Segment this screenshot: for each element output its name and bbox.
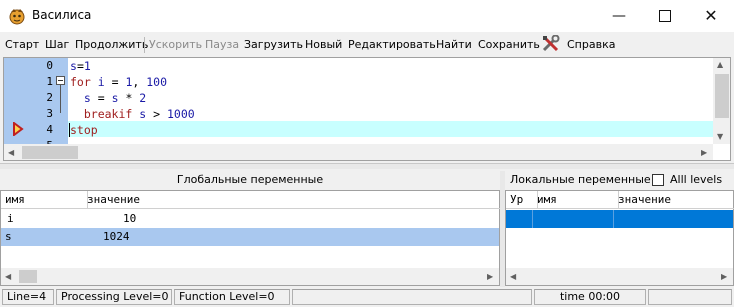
- menu-save[interactable]: Сохранить: [478, 38, 540, 51]
- execution-pointer-icon: [12, 121, 24, 137]
- scroll-right-icon[interactable]: ▶: [487, 272, 493, 281]
- current-line-highlight: [68, 121, 713, 137]
- table-row-selected[interactable]: s 1024: [1, 228, 499, 246]
- text-cursor: [69, 123, 70, 137]
- close-icon: ✕: [704, 6, 718, 25]
- code-editor[interactable]: 0 1 2 3 4 5 s=1 for i = 1, 100 s = s * 2…: [3, 57, 731, 161]
- menu-continue[interactable]: Продолжить: [75, 38, 148, 51]
- close-button[interactable]: ✕: [688, 0, 734, 31]
- globals-panel: имя значение i 10 s 1024 ◀ ▶: [0, 190, 504, 286]
- maximize-icon: [659, 9, 671, 22]
- scroll-up-icon[interactable]: ▲: [717, 60, 723, 69]
- globals-scroll-thumb[interactable]: [19, 270, 37, 283]
- line-number: 0: [46, 59, 53, 72]
- status-blank-panel: [648, 289, 732, 305]
- line-number: 3: [46, 107, 53, 120]
- minimize-button[interactable]: —: [596, 0, 642, 31]
- all-levels-checkbox[interactable]: [652, 174, 664, 186]
- all-levels-label: Alll levels: [670, 173, 723, 186]
- menu-speed-up[interactable]: Ускорить: [149, 38, 202, 51]
- menu-help[interactable]: Справка: [567, 38, 615, 51]
- status-time: time 00:00: [534, 289, 646, 305]
- var-name: i: [7, 212, 14, 225]
- menu-start[interactable]: Старт: [5, 38, 39, 51]
- maximize-button[interactable]: [642, 0, 688, 31]
- code-line: stop: [70, 123, 98, 137]
- fold-toggle-icon[interactable]: [56, 76, 65, 85]
- locals-panel: Ур имя значение ◀ ▶: [505, 190, 734, 286]
- var-name: s: [5, 230, 12, 243]
- app-logo-icon: [8, 7, 26, 25]
- status-empty-panel: [292, 289, 532, 305]
- scroll-right-icon[interactable]: ▶: [721, 272, 727, 281]
- column-header-value[interactable]: значение: [614, 191, 734, 209]
- var-value: 1024: [103, 230, 130, 243]
- code-line: breakif s > 1000: [83, 107, 195, 121]
- line-number: 2: [46, 91, 53, 104]
- menu-pause[interactable]: Пауза: [205, 38, 239, 51]
- status-processing-level: Processing Level=0: [56, 289, 172, 305]
- scroll-down-icon[interactable]: ▼: [717, 132, 723, 141]
- menu-step[interactable]: Шаг: [45, 38, 69, 51]
- locals-title: Локальные переменные: [510, 173, 651, 186]
- column-header-value[interactable]: значение: [83, 191, 504, 209]
- scroll-left-icon[interactable]: ◀: [510, 272, 516, 281]
- status-line: Line=4: [2, 289, 54, 305]
- column-header-name[interactable]: имя: [533, 191, 619, 209]
- code-line: for i = 1, 100: [70, 75, 168, 89]
- code-line: s=1: [70, 59, 91, 73]
- menu-new[interactable]: Новый: [305, 38, 342, 51]
- var-value: 10: [123, 212, 137, 225]
- column-header-name[interactable]: имя: [1, 191, 88, 209]
- menu-load[interactable]: Загрузить: [244, 38, 303, 51]
- fold-guide-line: [60, 85, 61, 113]
- horizontal-splitter[interactable]: [0, 163, 734, 169]
- table-row[interactable]: i 10: [1, 210, 499, 228]
- scroll-left-icon[interactable]: ◀: [5, 272, 11, 281]
- status-function-level: Function Level=0: [174, 289, 290, 305]
- table-row-selected[interactable]: [506, 210, 733, 228]
- minimize-icon: —: [612, 7, 626, 24]
- menu-edit[interactable]: Редактировать: [348, 38, 436, 51]
- locals-horizontal-scrollbar[interactable]: [506, 268, 733, 285]
- window-title: Василиса: [32, 8, 92, 22]
- menu-find[interactable]: Найти: [436, 38, 472, 51]
- code-line: s = s * 2: [83, 91, 147, 105]
- globals-horizontal-scrollbar[interactable]: [1, 268, 499, 285]
- editor-horizontal-scroll-thumb[interactable]: [22, 146, 78, 159]
- editor-vertical-scroll-thumb[interactable]: [715, 74, 729, 118]
- globals-title: Глобальные переменные: [176, 173, 324, 186]
- scroll-right-icon[interactable]: ▶: [701, 148, 707, 157]
- menu-separator: [144, 37, 145, 53]
- tools-icon[interactable]: [541, 34, 561, 53]
- line-number: 1: [46, 75, 53, 88]
- scroll-left-icon[interactable]: ◀: [8, 148, 14, 157]
- editor-horizontal-scrollbar[interactable]: [4, 144, 713, 160]
